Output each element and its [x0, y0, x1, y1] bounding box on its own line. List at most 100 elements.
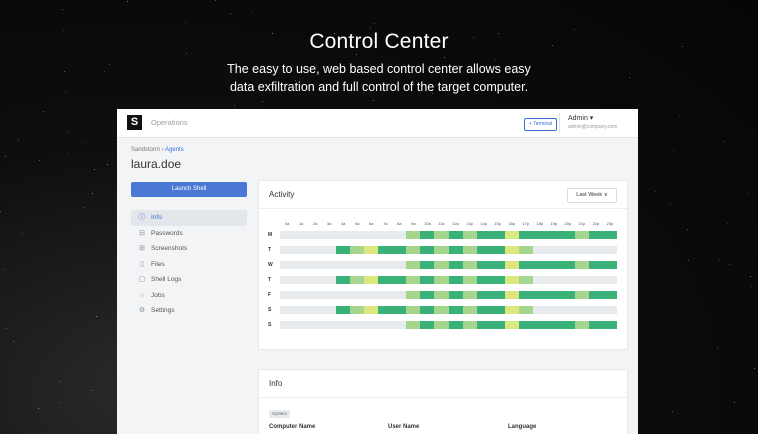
activity-row — [280, 276, 617, 284]
activity-row — [280, 291, 618, 299]
launch-shell-button[interactable]: Launch Shell — [131, 182, 247, 197]
user-email: admin@company.com — [568, 124, 618, 130]
activity-cell — [574, 321, 590, 329]
sidebar-nav: ⓘ Info ⊟ Passwords ⊞ Screenshots ▯ Files ▢ Shell … — [131, 210, 247, 319]
activity-cell — [518, 291, 534, 299]
sidebar-item-screenshots[interactable]: ⊞ Screenshots — [131, 241, 247, 257]
activity-row — [280, 231, 618, 239]
sidebar-item-passwords[interactable]: ⊟ Passwords — [131, 226, 247, 242]
activity-cell — [532, 231, 548, 239]
activity-cell — [546, 291, 562, 299]
hour-label: 20p — [564, 221, 572, 226]
activity-cell — [392, 246, 407, 254]
sidebar-item-label: Shell Logs — [151, 276, 182, 283]
activity-cell — [574, 231, 590, 239]
activity-cell — [532, 321, 548, 329]
activity-cell — [602, 261, 618, 269]
activity-cell — [560, 321, 576, 329]
activity-cell — [364, 306, 379, 314]
activity-cell — [490, 321, 505, 329]
activity-cell — [420, 321, 435, 329]
column-label: User Name — [388, 424, 420, 430]
range-dropdown[interactable]: Last Week ∨ — [567, 188, 617, 203]
breadcrumb-parent: Sandstorm — [131, 147, 161, 153]
hour-label: 7a — [383, 221, 388, 226]
info-card: Info System Computer Name User Name Lang… — [258, 369, 628, 434]
activity-cell — [462, 291, 477, 299]
activity-cell — [434, 261, 449, 269]
activity-cell — [504, 246, 519, 254]
divider — [259, 208, 627, 209]
activity-cell — [518, 321, 534, 329]
hour-label: 4a — [340, 221, 346, 226]
activity-cell — [476, 306, 491, 314]
activity-cell — [490, 291, 505, 299]
activity-cell — [560, 261, 576, 269]
hero-subtitle-line: data exfiltration and full control of th… — [229, 80, 529, 94]
day-label: T — [268, 247, 272, 253]
day-label: S — [268, 322, 272, 328]
activity-cell — [336, 306, 351, 314]
activity-cell — [574, 291, 590, 299]
activity-cell — [476, 246, 491, 254]
hour-label: 0a — [284, 221, 290, 226]
activity-cell — [518, 276, 534, 284]
hour-label: 17p — [522, 221, 530, 226]
activity-cell — [476, 276, 491, 284]
activity-cell — [378, 306, 393, 314]
activity-cell — [406, 276, 421, 284]
activity-cell — [462, 321, 477, 329]
activity-cell — [378, 276, 393, 284]
activity-cell — [490, 246, 505, 254]
sidebar-item-shell-logs[interactable]: ▢ Shell Logs — [131, 272, 247, 288]
sidebar-item-info[interactable]: ⓘ Info — [131, 210, 247, 226]
activity-cell — [518, 306, 534, 314]
sidebar-item-settings[interactable]: ⚙ Settings — [131, 303, 247, 319]
activity-cell — [504, 276, 519, 284]
activity-cell — [462, 246, 477, 254]
activity-cell — [364, 246, 379, 254]
activity-cell — [518, 261, 534, 269]
top-bar: S Operations + Terminal Admin ▾ admin@co… — [117, 109, 638, 138]
sidebar-item-label: Screenshots — [151, 245, 188, 252]
info-icon: ⓘ — [138, 214, 146, 221]
hour-label: 10a — [424, 221, 431, 226]
activity-cell — [462, 261, 477, 269]
activity-cell — [476, 261, 491, 269]
hour-label: 18p — [536, 221, 544, 226]
activity-cell — [406, 291, 421, 299]
activity-cell — [560, 231, 576, 239]
breadcrumb-agents-link[interactable]: Agents — [165, 147, 184, 153]
logo[interactable]: S — [127, 115, 142, 130]
sidebar-item-jobs[interactable]: ○ Jobs — [131, 288, 247, 304]
activity-cell — [490, 276, 505, 284]
key-icon: ⊟ — [139, 229, 145, 237]
activity-cell — [448, 306, 463, 314]
sidebar-item-label: Passwords — [151, 229, 183, 237]
activity-cell — [462, 276, 477, 284]
activity-row — [280, 246, 617, 254]
chat-icon: ▢ — [138, 276, 146, 283]
activity-cell — [476, 231, 491, 239]
hour-label: 11a — [438, 221, 445, 226]
sidebar-item-files[interactable]: ▯ Files — [131, 257, 247, 273]
activity-cell — [462, 231, 477, 239]
day-label: T — [268, 277, 272, 283]
user-menu[interactable]: Admin ▾ — [568, 114, 593, 122]
activity-cell — [560, 291, 576, 299]
hour-label: 16p — [508, 221, 516, 226]
activity-cell — [462, 306, 477, 314]
activity-cell — [434, 276, 449, 284]
activity-card: Activity Last Week ∨ 0a 1a 2a 3a 4a 5a 6a 7a 8a 9… — [258, 180, 628, 350]
day-label: S — [268, 307, 272, 313]
activity-cell — [420, 276, 435, 284]
gear-icon: ⚙ — [138, 307, 146, 314]
activity-cell — [406, 231, 421, 239]
activity-cell — [588, 231, 604, 239]
day-label: W — [268, 262, 273, 268]
activity-cell — [392, 276, 407, 284]
app-name: Operations — [151, 118, 188, 127]
activity-cell — [406, 261, 421, 269]
activity-cell — [518, 246, 534, 254]
terminal-button[interactable]: + Terminal — [524, 118, 558, 131]
